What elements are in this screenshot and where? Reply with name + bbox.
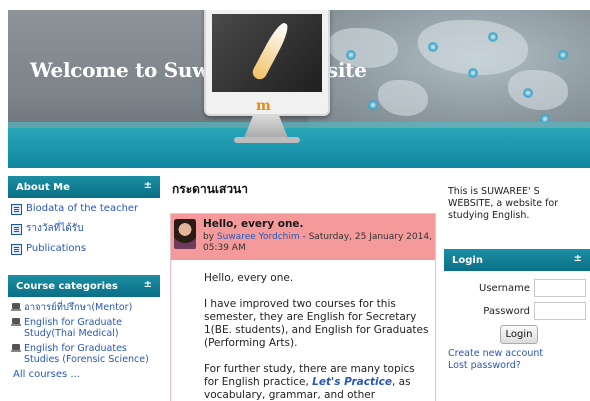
list-item: รางวัลที่ได้รับ	[11, 223, 157, 235]
login-title: Login	[452, 255, 483, 266]
username-row: Username	[448, 279, 586, 297]
collapse-icon[interactable]: ±	[144, 180, 152, 191]
category-mentor-link[interactable]: อาจารย์ที่ปรึกษา(Mentor)	[24, 302, 132, 313]
password-row: Password	[448, 302, 586, 320]
about-me-block: Biodata of the teacher รางวัลที่ได้รับ P…	[8, 198, 160, 269]
list-item: อาจารย์ที่ปรึกษา(Mentor)	[11, 302, 157, 313]
left-column: About Me ± Biodata of the teacher รางวัล…	[8, 176, 160, 386]
lets-practice-link[interactable]: Let's Practice	[312, 376, 392, 388]
document-icon	[11, 224, 22, 235]
about-me-title: About Me	[16, 182, 70, 193]
site-description: This is SUWAREE' S WEBSITE, a website fo…	[448, 186, 559, 221]
course-categories-block: อาจารย์ที่ปรึกษา(Mentor) English for Gra…	[8, 297, 160, 386]
list-item: English for Graduate Study(Thai Medical)	[11, 317, 157, 339]
lost-password-link[interactable]: Lost password?	[448, 360, 586, 372]
collapse-icon[interactable]: ±	[144, 279, 152, 290]
collapse-icon[interactable]: ±	[574, 253, 582, 264]
author-link[interactable]: Suwaree Yordchim	[217, 232, 300, 242]
password-label: Password	[483, 305, 530, 317]
post-header: Hello, every one. by Suwaree Yordchim - …	[171, 214, 435, 260]
password-input[interactable]	[534, 302, 586, 320]
moodle-logo: m	[256, 98, 271, 114]
publications-link[interactable]: Publications	[26, 243, 86, 254]
document-icon	[11, 244, 22, 255]
login-button[interactable]: Login	[500, 325, 538, 344]
right-column: This is SUWAREE' S WEBSITE, a website fo…	[444, 176, 590, 372]
category-forensic-link[interactable]: English for Graduates Studies (Forensic …	[24, 343, 157, 365]
byline-prefix: by	[203, 232, 217, 242]
list-item: English for Graduates Studies (Forensic …	[11, 343, 157, 365]
quill-icon	[250, 20, 292, 82]
post-byline: by Suwaree Yordchim - Saturday, 25 Janua…	[203, 232, 435, 254]
biodata-link[interactable]: Biodata of the teacher	[26, 203, 138, 214]
login-header: Login ±	[444, 249, 590, 271]
post-paragraph: I have improved two courses for this sem…	[204, 298, 429, 349]
document-icon	[11, 204, 22, 215]
post-paragraph: For further study, there are many topics…	[204, 363, 429, 401]
post-paragraph: Hello, every one.	[204, 272, 294, 284]
course-icon	[11, 344, 21, 353]
post-body: Hello, every one. I have improved two co…	[171, 260, 435, 401]
all-courses-link[interactable]: All courses ...	[11, 369, 80, 380]
forum-post: Hello, every one. by Suwaree Yordchim - …	[170, 213, 436, 401]
list-item: Publications	[11, 243, 157, 255]
login-block: Username Password Login Create new accou…	[444, 271, 590, 372]
avatar[interactable]	[174, 219, 196, 249]
list-item: Biodata of the teacher	[11, 203, 157, 215]
awards-link[interactable]: รางวัลที่ได้รับ	[26, 223, 83, 234]
course-icon	[11, 318, 21, 327]
moodle-monitor-logo: m	[204, 10, 330, 154]
post-subject: Hello, every one.	[203, 218, 304, 230]
username-label: Username	[479, 282, 530, 294]
course-categories-title: Course categories	[16, 281, 118, 292]
category-thai-medical-link[interactable]: English for Graduate Study(Thai Medical)	[24, 317, 157, 339]
about-me-header: About Me ±	[8, 176, 160, 198]
username-input[interactable]	[534, 279, 586, 297]
forum-title: กระดานเสวนา	[172, 182, 248, 196]
course-icon	[11, 303, 21, 312]
create-account-link[interactable]: Create new account	[448, 348, 586, 360]
course-categories-header: Course categories ±	[8, 275, 160, 297]
main-content: กระดานเสวนา Hello, every one. by Suwaree…	[170, 180, 436, 401]
header-banner: Welcome to Suwaree's Website m	[8, 10, 590, 168]
